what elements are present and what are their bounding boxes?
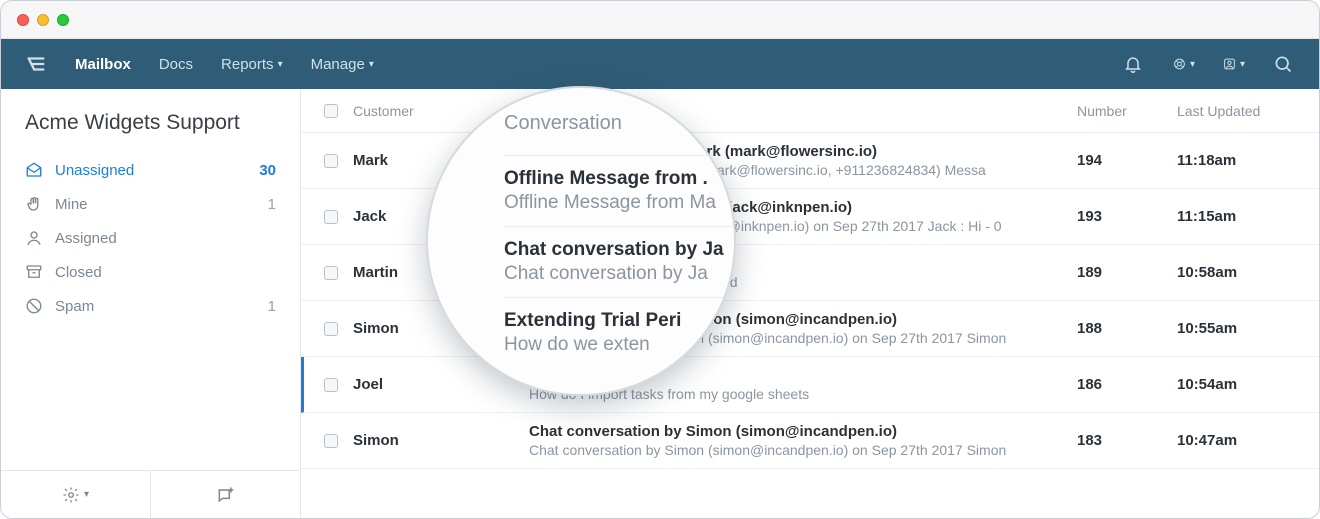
notifications-button[interactable]: [1123, 53, 1145, 75]
row-customer: Joel: [353, 376, 383, 393]
sidebar-folder-closed[interactable]: Closed: [1, 255, 300, 289]
row-updated: 10:47am: [1177, 432, 1237, 449]
gear-icon: [62, 486, 80, 504]
sidebar-folder-label: Spam: [55, 298, 94, 315]
user-icon: [25, 229, 43, 247]
header-number[interactable]: Number: [1077, 103, 1177, 119]
chevron-down-icon: ▾: [278, 59, 283, 70]
sidebar-folder-mine[interactable]: Mine 1: [1, 187, 300, 221]
sidebar-settings-button[interactable]: ▾: [1, 471, 150, 518]
nav-reports[interactable]: Reports ▾: [221, 56, 283, 73]
chevron-down-icon: ▾: [1190, 59, 1195, 70]
row-number: 193: [1077, 208, 1102, 225]
row-customer: Simon: [353, 320, 399, 337]
row-checkbox[interactable]: [324, 378, 338, 392]
magnifier-item: Offline Message from .Offline Message fr…: [504, 155, 734, 226]
sidebar: Acme Widgets Support Unassigned 30 Mine 1 As…: [1, 89, 301, 518]
nav-docs[interactable]: Docs: [159, 56, 193, 73]
app-logo-icon: [25, 53, 47, 75]
sidebar-folder-label: Unassigned: [55, 162, 134, 179]
sidebar-folder-spam[interactable]: Spam 1: [1, 289, 300, 323]
row-customer: Martin: [353, 264, 398, 281]
table-header: Customer Conversation Number Last Update…: [301, 89, 1319, 133]
sidebar-folder-label: Closed: [55, 264, 102, 281]
conversation-row[interactable]: JoelImporting TasksHow do I import tasks…: [301, 357, 1319, 413]
row-customer: Jack: [353, 208, 386, 225]
archive-icon: [25, 263, 43, 281]
row-number: 183: [1077, 432, 1102, 449]
sidebar-folder-count: 1: [268, 196, 276, 213]
search-icon: [1273, 54, 1293, 74]
row-checkbox[interactable]: [324, 266, 338, 280]
magnifier-item-title: Offline Message from .: [504, 168, 734, 190]
row-subject: Chat conversation by Simon (simon@incand…: [529, 423, 1077, 440]
mailbox-title: Acme Widgets Support: [1, 89, 300, 153]
nav-mailbox[interactable]: Mailbox: [75, 56, 131, 73]
ban-icon: [25, 297, 43, 315]
row-customer: Mark: [353, 152, 388, 169]
search-button[interactable]: [1273, 53, 1295, 75]
row-number: 189: [1077, 264, 1102, 281]
row-checkbox[interactable]: [324, 154, 338, 168]
row-updated: 10:55am: [1177, 320, 1237, 337]
chevron-down-icon: ▾: [1240, 59, 1245, 70]
magnifier-item-title: Chat conversation by Ja: [504, 239, 734, 261]
app-window: Mailbox Docs Reports ▾ Manage ▾ ▾ ▾: [0, 0, 1320, 519]
header-last-updated[interactable]: Last Updated: [1177, 103, 1307, 119]
mail-open-icon: [25, 161, 43, 179]
row-updated: 11:15am: [1177, 208, 1236, 225]
sidebar-folder-assigned[interactable]: Assigned: [1, 221, 300, 255]
account-button[interactable]: ▾: [1223, 53, 1245, 75]
magnifier-item-preview: Chat conversation by Ja: [504, 263, 734, 285]
help-button[interactable]: ▾: [1173, 53, 1195, 75]
row-updated: 11:18am: [1177, 152, 1236, 169]
row-checkbox[interactable]: [324, 322, 338, 336]
bell-icon: [1123, 54, 1143, 74]
row-number: 186: [1077, 376, 1102, 393]
compose-icon: [216, 485, 236, 505]
window-zoom-button[interactable]: [57, 14, 69, 26]
sidebar-folder-label: Assigned: [55, 230, 117, 247]
row-preview: Chat conversation by Simon (simon@incand…: [529, 442, 1049, 458]
new-conversation-button[interactable]: [150, 471, 300, 518]
sidebar-folder-label: Mine: [55, 196, 88, 213]
row-checkbox[interactable]: [324, 210, 338, 224]
nav-manage-label: Manage: [311, 56, 365, 73]
row-number: 194: [1077, 152, 1102, 169]
select-all-checkbox[interactable]: [324, 104, 338, 118]
titlebar: [1, 1, 1319, 39]
row-updated: 10:58am: [1177, 264, 1237, 281]
magnifier-item-title: Extending Trial Peri: [504, 310, 734, 332]
sidebar-folder-unassigned[interactable]: Unassigned 30: [1, 153, 300, 187]
magnifier-overlay: Conversation Offline Message from .Offli…: [426, 86, 736, 396]
window-minimize-button[interactable]: [37, 14, 49, 26]
nav-manage[interactable]: Manage ▾: [311, 56, 374, 73]
magnifier-item: Chat conversation by JaChat conversation…: [504, 226, 734, 297]
row-updated: 10:54am: [1177, 376, 1237, 393]
row-checkbox[interactable]: [324, 434, 338, 448]
magnifier-item-preview: Offline Message from Ma: [504, 192, 734, 214]
chevron-down-icon: ▾: [84, 489, 89, 500]
window-close-button[interactable]: [17, 14, 29, 26]
chevron-down-icon: ▾: [369, 59, 374, 70]
row-number: 188: [1077, 320, 1102, 337]
traffic-lights: [17, 14, 69, 26]
conversation-row[interactable]: Simon Chat conversation by Simon (simon@i…: [301, 413, 1319, 469]
lifebuoy-icon: [1173, 54, 1186, 74]
sidebar-folder-count: 1: [268, 298, 276, 315]
nav-reports-label: Reports: [221, 56, 274, 73]
hand-icon: [25, 195, 43, 213]
top-nav: Mailbox Docs Reports ▾ Manage ▾ ▾ ▾: [1, 39, 1319, 89]
user-square-icon: [1223, 54, 1236, 74]
row-customer: Simon: [353, 432, 399, 449]
sidebar-folder-count: 30: [259, 162, 276, 179]
